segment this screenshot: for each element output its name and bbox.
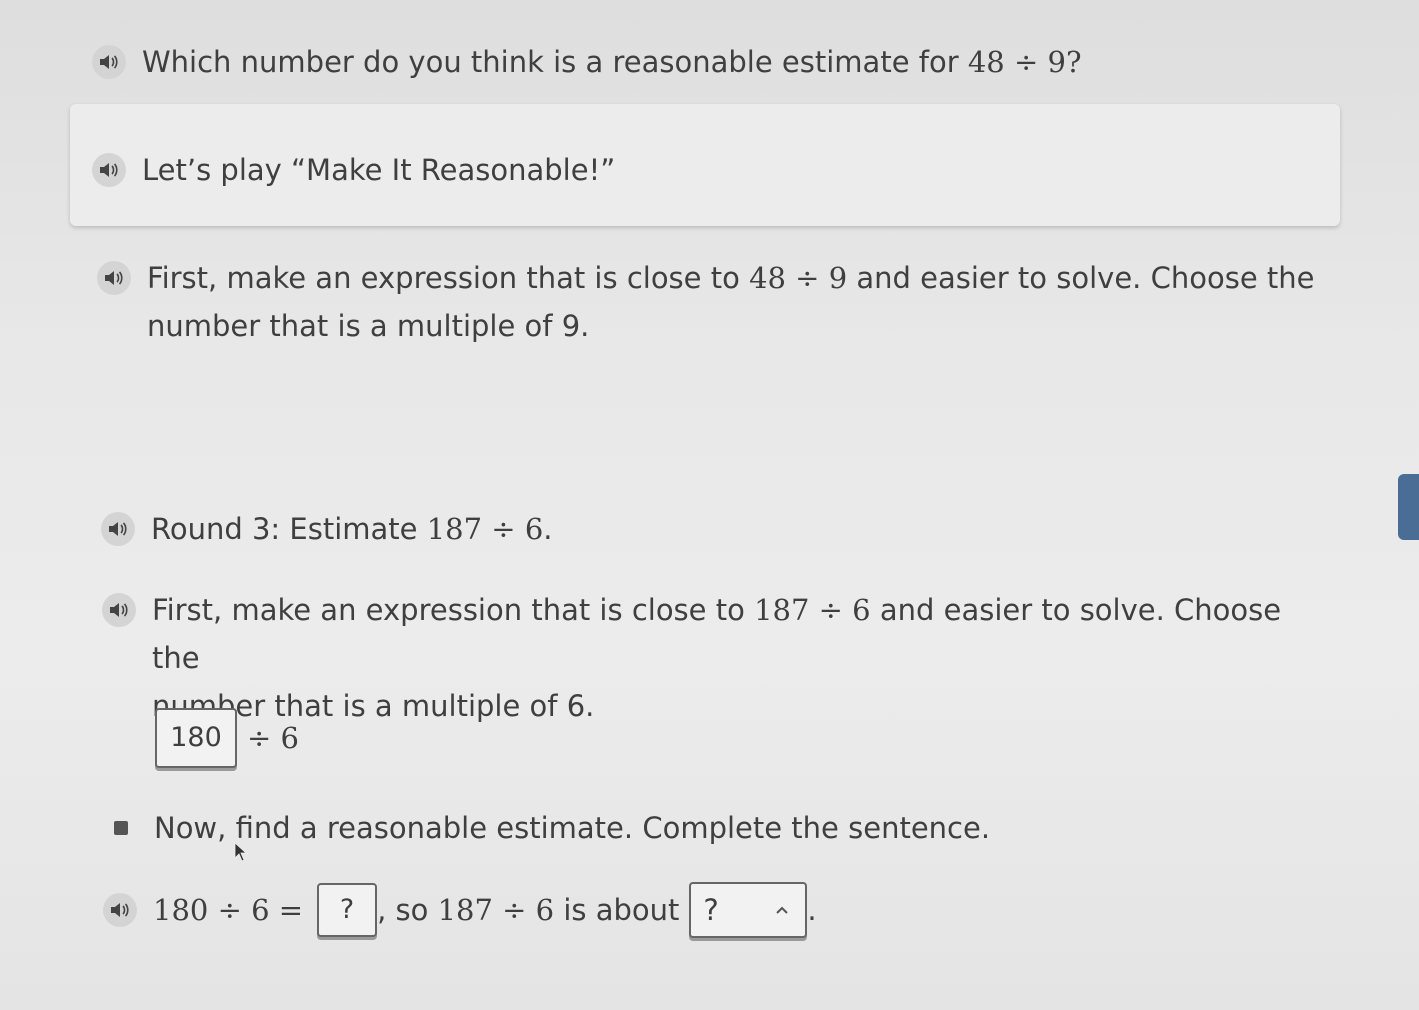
- speaker-icon[interactable]: [101, 512, 135, 546]
- chosen-number-tile[interactable]: 180: [155, 708, 237, 768]
- sentence-mid: , so: [377, 893, 438, 927]
- dropdown-value: ?: [703, 893, 719, 927]
- mouse-cursor-icon: [234, 842, 248, 862]
- side-panel-tab[interactable]: [1398, 474, 1419, 540]
- round-expression: 187 ÷ 6: [426, 512, 544, 546]
- step1-label-a: First, make an expression that is close …: [147, 261, 750, 295]
- speaker-icon[interactable]: [92, 153, 126, 187]
- step1-row: First, make an expression that is close …: [97, 254, 1317, 350]
- banner-title: Let’s play “Make It Reasonable!”: [142, 153, 616, 187]
- stop-icon[interactable]: [104, 811, 138, 845]
- sentence-expression-2: 187 ÷ 6: [437, 893, 555, 927]
- speaker-icon[interactable]: [102, 593, 136, 627]
- answer-input[interactable]: ?: [317, 883, 378, 937]
- round-text: Round 3: Estimate 187 ÷ 6.: [151, 505, 553, 553]
- speaker-icon[interactable]: [97, 261, 131, 295]
- question-row: Which number do you think is a reasonabl…: [92, 38, 1082, 86]
- sentence-expression: 180 ÷ 6 =: [153, 893, 304, 927]
- speaker-icon[interactable]: [103, 893, 137, 927]
- banner-row: Let’s play “Make It Reasonable!”: [92, 146, 615, 194]
- step1-expression: 48 ÷ 9: [749, 261, 848, 295]
- question-label: Which number do you think is a reasonabl…: [142, 45, 968, 79]
- step1-line2: number that is a multiple of 9.: [147, 309, 590, 343]
- sentence-about: is about: [554, 893, 680, 927]
- question-text: Which number do you think is a reasonabl…: [142, 38, 1082, 86]
- step2-line2: number that is a multiple of 6.: [152, 689, 595, 723]
- speaker-icon[interactable]: [92, 45, 126, 79]
- question-end: ?: [1065, 45, 1082, 79]
- step1-label-b: and easier to solve. Choose the: [847, 261, 1315, 295]
- game-banner: Let’s play “Make It Reasonable!”: [70, 104, 1340, 226]
- instruction-text: Now, find a reasonable estimate. Complet…: [154, 811, 991, 845]
- sentence-end: .: [807, 893, 817, 927]
- chosen-expression-row: 180 ÷ 6: [155, 708, 299, 768]
- lesson-page: Which number do you think is a reasonabl…: [0, 0, 1419, 1010]
- chosen-divisor: ÷ 6: [247, 721, 299, 755]
- round-label: Round 3: Estimate: [151, 512, 427, 546]
- question-expression: 48 ÷ 9: [967, 45, 1066, 79]
- sentence-row: 180 ÷ 6 = ? , so 187 ÷ 6 is about ? .: [103, 882, 817, 938]
- step2-expression: 187 ÷ 6: [754, 593, 871, 627]
- step2-text: First, make an expression that is close …: [152, 586, 1322, 730]
- round-end: .: [543, 512, 553, 546]
- estimate-dropdown[interactable]: ?: [689, 882, 808, 938]
- chevron-up-icon: [776, 906, 789, 914]
- step1-text: First, make an expression that is close …: [147, 254, 1314, 350]
- round-row: Round 3: Estimate 187 ÷ 6.: [101, 505, 553, 553]
- step2-label-a: First, make an expression that is close …: [152, 593, 755, 627]
